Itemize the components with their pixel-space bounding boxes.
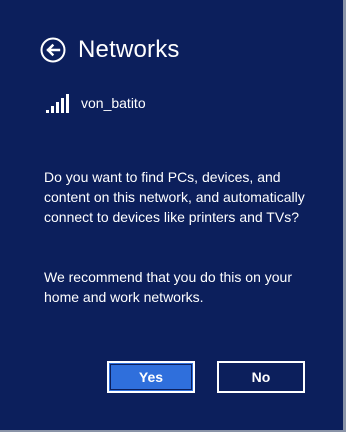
yes-button[interactable]: Yes: [107, 361, 195, 393]
network-name: von_batito: [81, 95, 146, 111]
back-arrow-icon[interactable]: [40, 37, 66, 63]
network-item: von_batito: [45, 91, 146, 115]
network-sharing-panel: Networks von_batito Do you want to find …: [0, 0, 346, 432]
panel-header: Networks: [40, 34, 180, 66]
no-button[interactable]: No: [217, 361, 305, 393]
discovery-question: Do you want to find PCs, devices, and co…: [44, 169, 305, 225]
wifi-signal-icon: [45, 91, 69, 115]
page-title: Networks: [78, 36, 180, 63]
recommendation-text: We recommend that you do this on your ho…: [44, 269, 292, 305]
